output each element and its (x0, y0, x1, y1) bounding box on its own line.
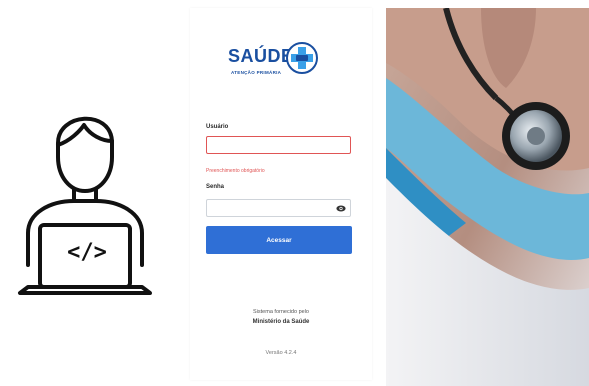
version-text: Versão 4.2.4 (265, 350, 297, 356)
developer-illustration: </> (10, 95, 160, 305)
health-cross-logo-icon (286, 42, 318, 74)
logo-subtitle: ATENÇÃO PRIMÁRIA (231, 70, 282, 75)
provided-by-text: Sistema fornecido pelo (253, 309, 309, 315)
user-error-message: Preenchimento obrigatório (206, 168, 265, 174)
code-symbol: </> (67, 240, 107, 265)
stethoscope-photo (386, 8, 589, 386)
user-label: Usuário (206, 124, 229, 130)
saude-logo: SAÚDE ATENÇÃO PRIMÁRIA (228, 38, 320, 88)
user-input[interactable] (206, 136, 351, 154)
developer-laptop-icon (18, 116, 152, 295)
submit-button[interactable]: Acessar (206, 226, 352, 254)
password-input[interactable] (206, 199, 351, 217)
ministry-text: Ministério da Saúde (252, 319, 310, 325)
login-panel: SAÚDE ATENÇÃO PRIMÁRIA Usuário Preenchim… (190, 8, 372, 380)
stethoscope-photo-image (386, 8, 589, 386)
show-password-eye-icon[interactable] (336, 205, 346, 212)
password-label: Senha (206, 184, 225, 190)
logo-brand: SAÚDE (228, 46, 294, 66)
